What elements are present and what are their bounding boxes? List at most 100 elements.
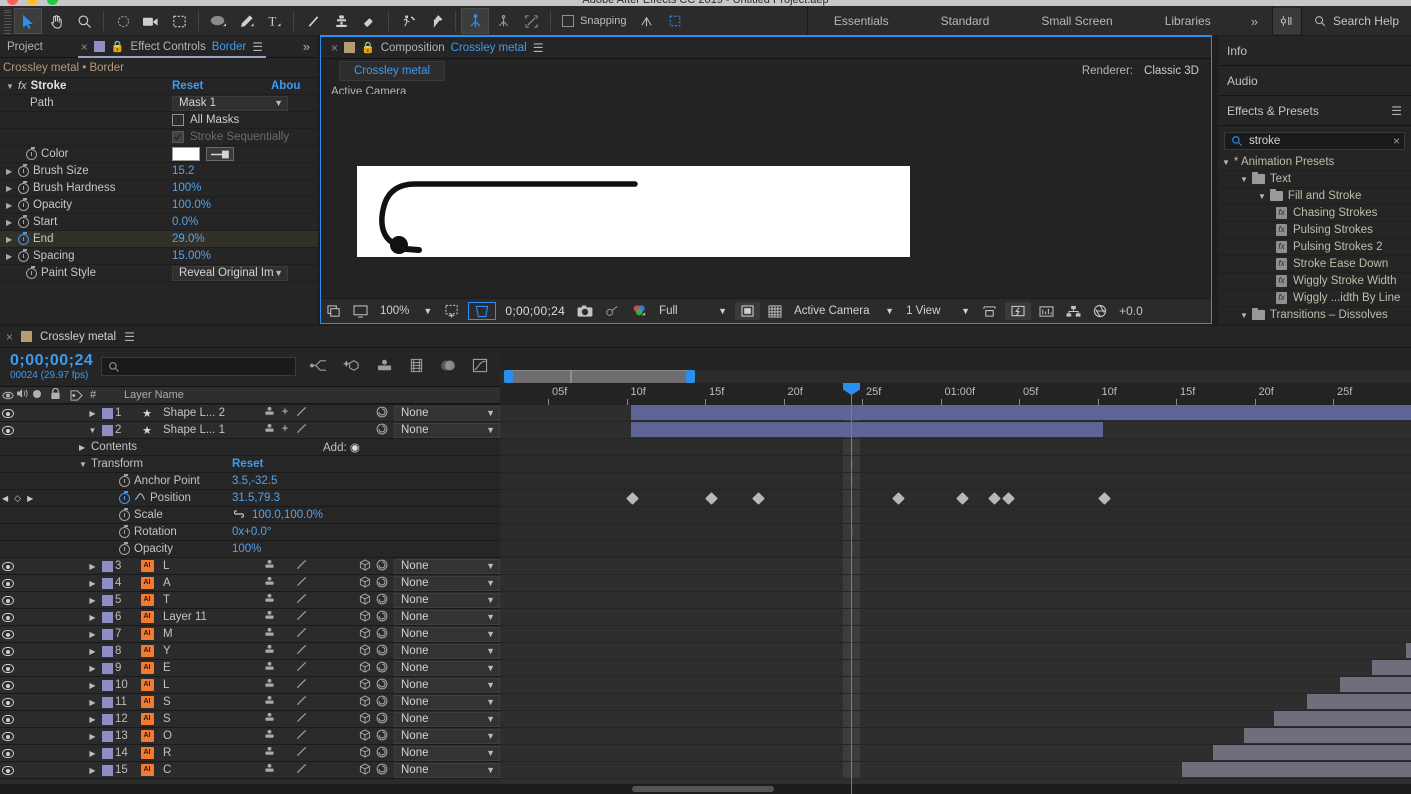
parent-dropdown[interactable]: None ▼ [394,711,500,727]
3d-layer-switch-icon[interactable] [357,558,373,574]
layer-name[interactable]: T [157,594,261,606]
layer-parent-cell[interactable]: None ▼ [376,592,500,608]
layer-duration-bar[interactable] [1244,728,1411,743]
preset-folder[interactable]: ▼ Transitions – Dissolves [1218,307,1411,324]
layer-duration-bar[interactable] [631,422,1103,437]
layer-name[interactable]: A [157,577,261,589]
preset-item[interactable]: fx Wiggly Stroke Width [1218,273,1411,290]
layer-color-swatch[interactable] [99,407,115,419]
table-row[interactable]: ▶ 14 AI R None ▼ [0,745,500,762]
work-area-end-handle[interactable] [686,370,695,383]
table-row[interactable]: ▶ 8 AI Y None ▼ [0,643,500,660]
timeline-track-row[interactable] [500,422,1411,439]
keyframe-marker[interactable] [705,492,718,505]
exposure-reset-icon[interactable] [1087,299,1113,324]
parent-dropdown[interactable]: None ▼ [394,677,500,693]
always-preview-icon[interactable] [321,299,347,324]
layer-name[interactable]: R [157,747,261,759]
effect-header-row[interactable]: ▼ fx Stroke Reset Abou [0,78,318,95]
property-row[interactable]: ◀ ◇ ▶ Position 31.5,79.3 [0,490,500,507]
effects-search-box[interactable]: × [1224,132,1405,150]
parent-pickwhip-icon[interactable] [376,695,388,710]
layer-name[interactable]: E [157,662,261,674]
preset-item[interactable]: fx Wiggly ...idth By Line [1218,290,1411,307]
3d-layer-switch-icon[interactable] [357,626,373,642]
quality-switch-icon[interactable] [293,746,309,760]
property-row-opacity[interactable]: ▶ Opacity 100.0% [0,197,318,214]
table-row[interactable]: ▶ 12 AI S None ▼ [0,711,500,728]
value-graph-icon[interactable] [134,492,146,504]
stopwatch-icon[interactable] [119,541,130,555]
layer-color-swatch[interactable] [99,730,115,742]
timeline-track-row[interactable] [500,575,1411,592]
collapse-transform-switch-icon[interactable] [277,406,293,420]
layer-expand-triangle-icon[interactable]: ▶ [86,698,99,707]
close-icon[interactable]: × [331,42,338,54]
parent-dropdown[interactable]: None ▼ [394,558,500,574]
layer-expand-triangle-icon[interactable]: ▶ [86,630,99,639]
layer-expand-triangle-icon[interactable]: ▶ [86,613,99,622]
stopwatch-icon[interactable] [26,146,37,160]
layer-parent-cell[interactable]: None ▼ [376,711,500,727]
timeline-track-row[interactable] [500,728,1411,745]
viewer-timecode[interactable]: 0;00;00;24 [499,299,571,324]
layer-expand-triangle-icon[interactable]: ▶ [86,766,99,775]
anchor-switch-icon[interactable] [261,729,277,743]
preset-folder[interactable]: ▼ Text [1218,171,1411,188]
property-value-brush-size[interactable]: 15.2 [172,165,194,177]
keyframe-marker[interactable] [988,492,1001,505]
hand-tool-icon[interactable] [42,8,70,34]
table-row[interactable]: ▶ 11 AI S None ▼ [0,694,500,711]
stopwatch-icon-active[interactable] [119,490,130,504]
3d-layer-switch-icon[interactable] [357,762,373,778]
effects-presets-panel-header[interactable]: Effects & Presets ☰ [1218,96,1411,126]
keyframe-marker[interactable] [1002,492,1015,505]
layer-parent-cell[interactable]: None ▼ [376,660,500,676]
workspace-overflow-button[interactable]: » [1237,14,1272,29]
parent-pickwhip-icon[interactable] [376,576,388,591]
parent-pickwhip-icon[interactable] [376,610,388,625]
snapping-target-icon[interactable] [517,8,545,34]
layer-expand-triangle-icon[interactable]: ▼ [86,426,99,435]
parent-pickwhip-icon[interactable] [376,644,388,659]
anchor-switch-icon[interactable] [261,712,277,726]
layer-color-swatch[interactable] [99,764,115,776]
stopwatch-icon[interactable] [119,507,130,521]
info-panel-header[interactable]: Info [1218,36,1411,66]
layer-visibility-toggle[interactable] [0,408,16,418]
parent-dropdown[interactable]: None ▼ [394,694,500,710]
layer-expand-triangle-icon[interactable]: ▶ [86,562,99,571]
3d-layer-switch-icon[interactable] [357,575,373,591]
layer-name[interactable]: C [157,764,261,776]
hide-shy-layers-icon[interactable] [376,358,393,376]
parent-pickwhip-icon[interactable] [376,593,388,608]
clear-search-icon[interactable]: × [1393,134,1400,148]
timeline-search-input[interactable] [125,360,276,373]
enable-motion-blur-icon[interactable] [440,358,456,376]
layer-visibility-toggle[interactable] [0,663,16,673]
layer-color-swatch[interactable] [99,645,115,657]
parent-dropdown[interactable]: None ▼ [394,609,500,625]
parent-dropdown[interactable]: None ▼ [394,592,500,608]
expand-triangle-icon[interactable]: ▶ [6,201,14,210]
layer-color-swatch[interactable] [99,679,115,691]
toolbar-drag-handle[interactable] [2,8,12,34]
layer-name[interactable]: Y [157,645,261,657]
parent-dropdown[interactable]: None ▼ [394,643,500,659]
layer-parent-cell[interactable]: None ▼ [376,728,500,744]
anchor-switch-icon[interactable] [261,423,277,437]
current-time-indicator[interactable] [843,383,860,794]
panel-menu-icon[interactable]: ☰ [533,41,544,55]
3d-layer-switch-icon[interactable] [357,643,373,659]
keyframe-marker[interactable] [892,492,905,505]
paint-style-dropdown[interactable]: Reveal Original Im ▼ [172,265,288,281]
region-of-interest-tool-icon[interactable] [165,8,193,34]
parent-dropdown[interactable]: None ▼ [394,660,500,676]
property-row[interactable]: Opacity 100% [0,541,500,558]
stopwatch-icon[interactable] [18,248,29,262]
add-button-icon[interactable]: ◉ [350,442,360,454]
timeline-track-row[interactable] [500,694,1411,711]
quality-switch-icon[interactable] [293,678,309,692]
type-tool-icon[interactable]: T [260,8,288,34]
resolution-dropdown[interactable]: Full ▼ [653,299,733,324]
